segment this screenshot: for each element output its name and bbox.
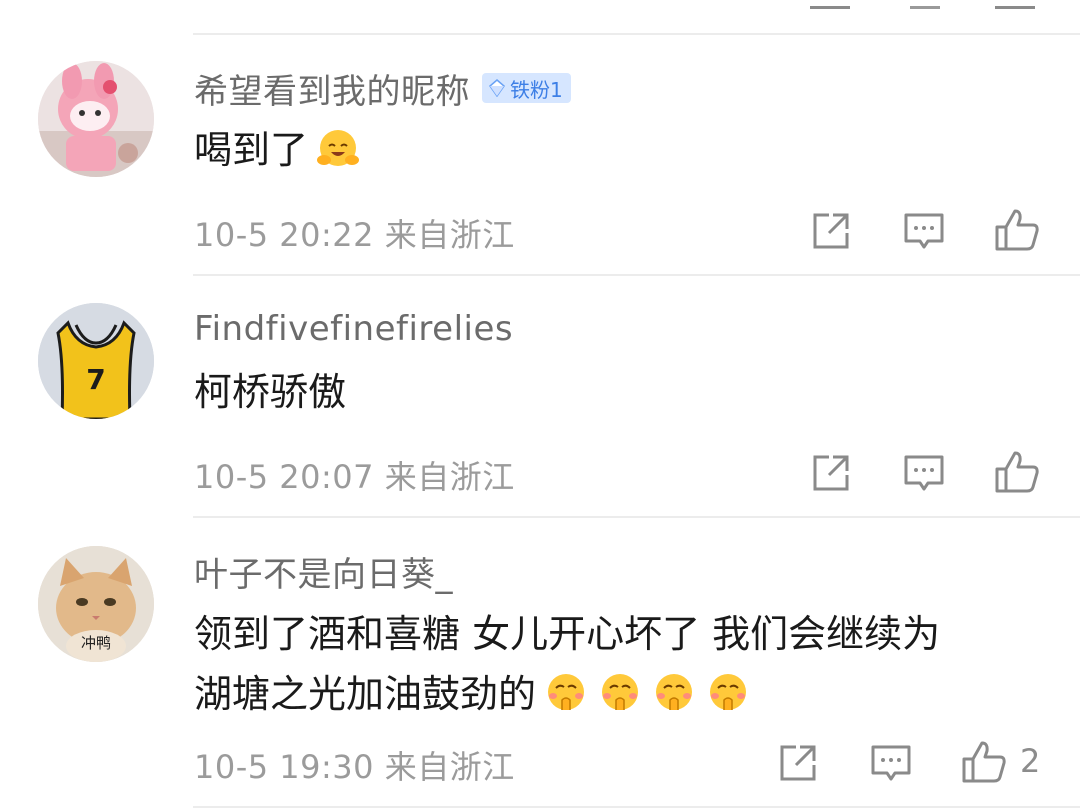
location: 来自浙江 bbox=[384, 458, 515, 496]
hug-emoji-icon bbox=[317, 130, 360, 166]
previous-comment-partial bbox=[0, 0, 1080, 34]
divider bbox=[193, 806, 1080, 808]
fan-badge[interactable]: 铁粉1 bbox=[482, 73, 571, 103]
pleading-emoji-icon bbox=[602, 674, 639, 710]
comment-text: 领到了酒和喜糖 女儿开心坏了 我们会继续为 湖塘之光加油鼓劲的 bbox=[194, 606, 940, 722]
location: 来自浙江 bbox=[384, 216, 515, 254]
comment-icon bbox=[904, 455, 944, 491]
comment-text-line: 喝到了 bbox=[194, 128, 309, 172]
comment-icon bbox=[904, 213, 944, 249]
share-icon bbox=[810, 0, 850, 9]
share-icon bbox=[813, 455, 849, 491]
diamond-icon bbox=[488, 79, 506, 97]
divider bbox=[193, 33, 1080, 35]
badge-label: 铁粉1 bbox=[510, 77, 563, 102]
share-icon bbox=[780, 745, 816, 781]
like-count: 2 bbox=[1020, 742, 1041, 780]
thumbs-up-icon bbox=[995, 451, 1039, 493]
avatar-caption: 冲鸭 bbox=[81, 634, 111, 652]
thumbs-up-icon bbox=[995, 209, 1039, 251]
reply-button[interactable] bbox=[867, 739, 915, 787]
divider bbox=[193, 274, 1080, 276]
timestamp: 10-5 20:22 bbox=[194, 216, 375, 254]
comment-icon bbox=[871, 745, 911, 781]
like-button[interactable] bbox=[993, 449, 1041, 497]
share-button[interactable] bbox=[807, 207, 855, 255]
divider bbox=[193, 516, 1080, 518]
comment-text: 柯桥骄傲 bbox=[194, 364, 346, 420]
comment-meta: 10-5 19:30 来自浙江 bbox=[194, 742, 515, 788]
username[interactable]: 叶子不是向日葵_ bbox=[194, 547, 453, 596]
pleading-emoji-icon bbox=[656, 674, 693, 710]
comment-meta: 10-5 20:22 来自浙江 bbox=[194, 210, 515, 256]
username[interactable]: Findfivefinefirelies bbox=[194, 309, 513, 349]
share-icon bbox=[813, 213, 849, 249]
reply-button[interactable] bbox=[900, 207, 948, 255]
comment-text-line: 湖塘之光加油鼓劲的 bbox=[194, 672, 537, 716]
share-button[interactable] bbox=[807, 449, 855, 497]
avatar-image: 7 bbox=[38, 303, 154, 419]
location: 来自浙江 bbox=[384, 748, 515, 786]
pleading-emoji-icon bbox=[548, 674, 585, 710]
avatar[interactable] bbox=[38, 61, 154, 177]
avatar[interactable]: 7 bbox=[38, 303, 154, 419]
timestamp: 10-5 20:07 bbox=[194, 458, 375, 496]
like-button[interactable] bbox=[993, 207, 1041, 255]
thumbs-up-icon bbox=[962, 741, 1006, 783]
timestamp: 10-5 19:30 bbox=[194, 748, 375, 786]
jersey-number: 7 bbox=[86, 363, 105, 396]
comment-text: 喝到了 bbox=[194, 122, 362, 178]
avatar-image bbox=[38, 61, 154, 177]
share-button[interactable] bbox=[774, 739, 822, 787]
like-button[interactable] bbox=[960, 739, 1008, 787]
comment-text-line: 领到了酒和喜糖 女儿开心坏了 我们会继续为 bbox=[194, 612, 941, 656]
avatar[interactable]: 冲鸭 bbox=[38, 546, 154, 662]
pleading-emoji-icon bbox=[710, 674, 747, 710]
username[interactable]: 希望看到我的昵称 bbox=[194, 64, 470, 113]
comment-meta: 10-5 20:07 来自浙江 bbox=[194, 452, 515, 498]
comment-icon bbox=[910, 0, 940, 9]
reply-button[interactable] bbox=[900, 449, 948, 497]
avatar-image: 冲鸭 bbox=[38, 546, 154, 662]
comment-text-line: 柯桥骄傲 bbox=[194, 370, 347, 414]
thumbs-up-icon bbox=[995, 0, 1035, 9]
